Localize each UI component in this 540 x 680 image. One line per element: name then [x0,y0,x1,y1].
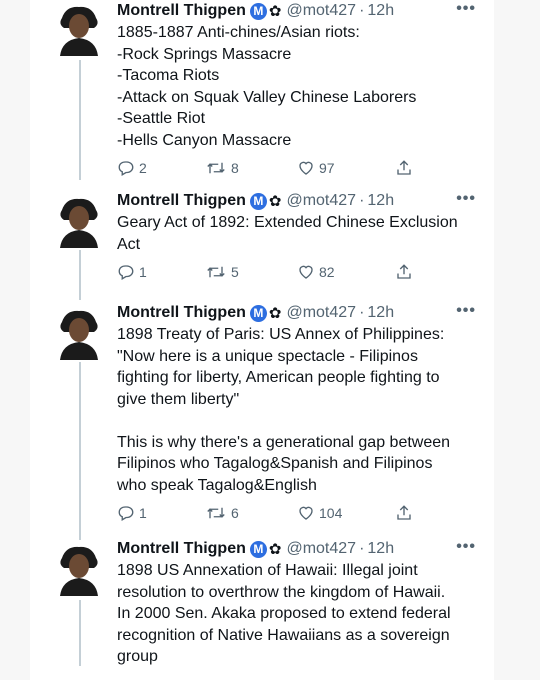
retweet-count: 5 [231,264,239,280]
tweet-header: Montrell Thigpen M ✿ @mot427 · 12h [117,538,476,560]
separator-dot: · [359,2,365,19]
share-button[interactable] [395,504,413,522]
retweet-button[interactable]: 8 [205,159,297,177]
share-icon [395,504,413,522]
share-button[interactable] [395,159,413,177]
like-icon [297,504,315,522]
retweet-icon [205,159,227,177]
like-button[interactable]: 104 [297,504,395,522]
like-button[interactable]: 97 [297,159,395,177]
like-count: 104 [319,505,343,521]
retweet-button[interactable]: 5 [205,263,297,281]
share-icon [395,159,413,177]
like-count: 97 [319,160,335,176]
reply-button[interactable]: 1 [117,504,205,522]
timestamp[interactable]: 12h [367,192,394,210]
reply-button[interactable]: 2 [117,159,205,177]
author-name[interactable]: Montrell Thigpen [117,192,246,210]
reply-icon [117,159,135,177]
tweet-header: Montrell Thigpen M ✿ @mot427 · 12h [117,190,476,212]
more-icon[interactable]: ••• [456,0,476,18]
tweet[interactable]: Montrell Thigpen M ✿ @mot427 · 12h ••• 1… [30,538,494,680]
reply-count: 1 [139,505,147,521]
like-icon [297,159,315,177]
reply-icon [117,263,135,281]
share-button[interactable] [395,263,413,281]
more-icon[interactable]: ••• [456,538,476,556]
reply-button[interactable]: 1 [117,263,205,281]
reply-count: 1 [139,264,147,280]
reply-icon [117,504,135,522]
author-name[interactable]: Montrell Thigpen [117,304,246,322]
action-bar: 1 6 104 [117,502,476,524]
timestamp[interactable]: 12h [367,2,394,20]
action-bar: 1 5 82 [117,261,476,283]
tweet-text: Geary Act of 1892: Extended Chinese Excl… [117,214,458,253]
timestamp[interactable]: 12h [367,304,394,322]
like-count: 82 [319,264,335,280]
retweet-count: 6 [231,505,239,521]
flower-badge-icon: ✿ [268,541,282,558]
tweet[interactable]: Montrell Thigpen M ✿ @mot427 · 12h ••• G… [30,190,494,300]
avatar[interactable] [52,542,106,596]
reply-count: 2 [139,160,147,176]
author-handle[interactable]: @mot427 [286,304,356,322]
author-handle[interactable]: @mot427 [286,192,356,210]
author-name[interactable]: Montrell Thigpen [117,2,246,20]
author-name[interactable]: Montrell Thigpen [117,540,246,558]
tweet[interactable]: Montrell Thigpen M ✿ @mot427 · 12h ••• 1… [30,302,494,532]
tweet-header: Montrell Thigpen M ✿ @mot427 · 12h [117,302,476,324]
separator-dot: · [359,540,365,557]
tweet-text: 1898 US Annexation of Hawaii: Illegal jo… [117,562,451,665]
avatar[interactable] [52,2,106,56]
avatar[interactable] [52,194,106,248]
share-icon [395,263,413,281]
tweet-header: Montrell Thigpen M ✿ @mot427 · 12h [117,0,476,22]
avatar[interactable] [52,306,106,360]
flower-badge-icon: ✿ [268,305,282,322]
retweet-button[interactable]: 6 [205,504,297,522]
verified-badge-icon: M [249,192,267,210]
more-icon[interactable]: ••• [456,302,476,320]
separator-dot: · [359,192,365,209]
separator-dot: · [359,304,365,321]
verified-badge-icon: M [249,540,267,558]
tweet-text: 1885-1887 Anti-chines/Asian riots: -Rock… [117,24,417,149]
tweet[interactable]: Montrell Thigpen M ✿ @mot427 · 12h ••• 1… [30,0,494,180]
flower-badge-icon: ✿ [268,193,282,210]
like-icon [297,263,315,281]
verified-badge-icon: M [249,2,267,20]
more-icon[interactable]: ••• [456,190,476,208]
author-handle[interactable]: @mot427 [286,2,356,20]
verified-badge-icon: M [249,304,267,322]
author-handle[interactable]: @mot427 [286,540,356,558]
tweet-text: 1898 Treaty of Paris: US Annex of Philip… [117,326,451,494]
like-button[interactable]: 82 [297,263,395,281]
action-bar: 2 8 97 [117,157,476,179]
retweet-count: 8 [231,160,239,176]
retweet-icon [205,504,227,522]
flower-badge-icon: ✿ [268,3,282,20]
timestamp[interactable]: 12h [367,540,394,558]
retweet-icon [205,263,227,281]
